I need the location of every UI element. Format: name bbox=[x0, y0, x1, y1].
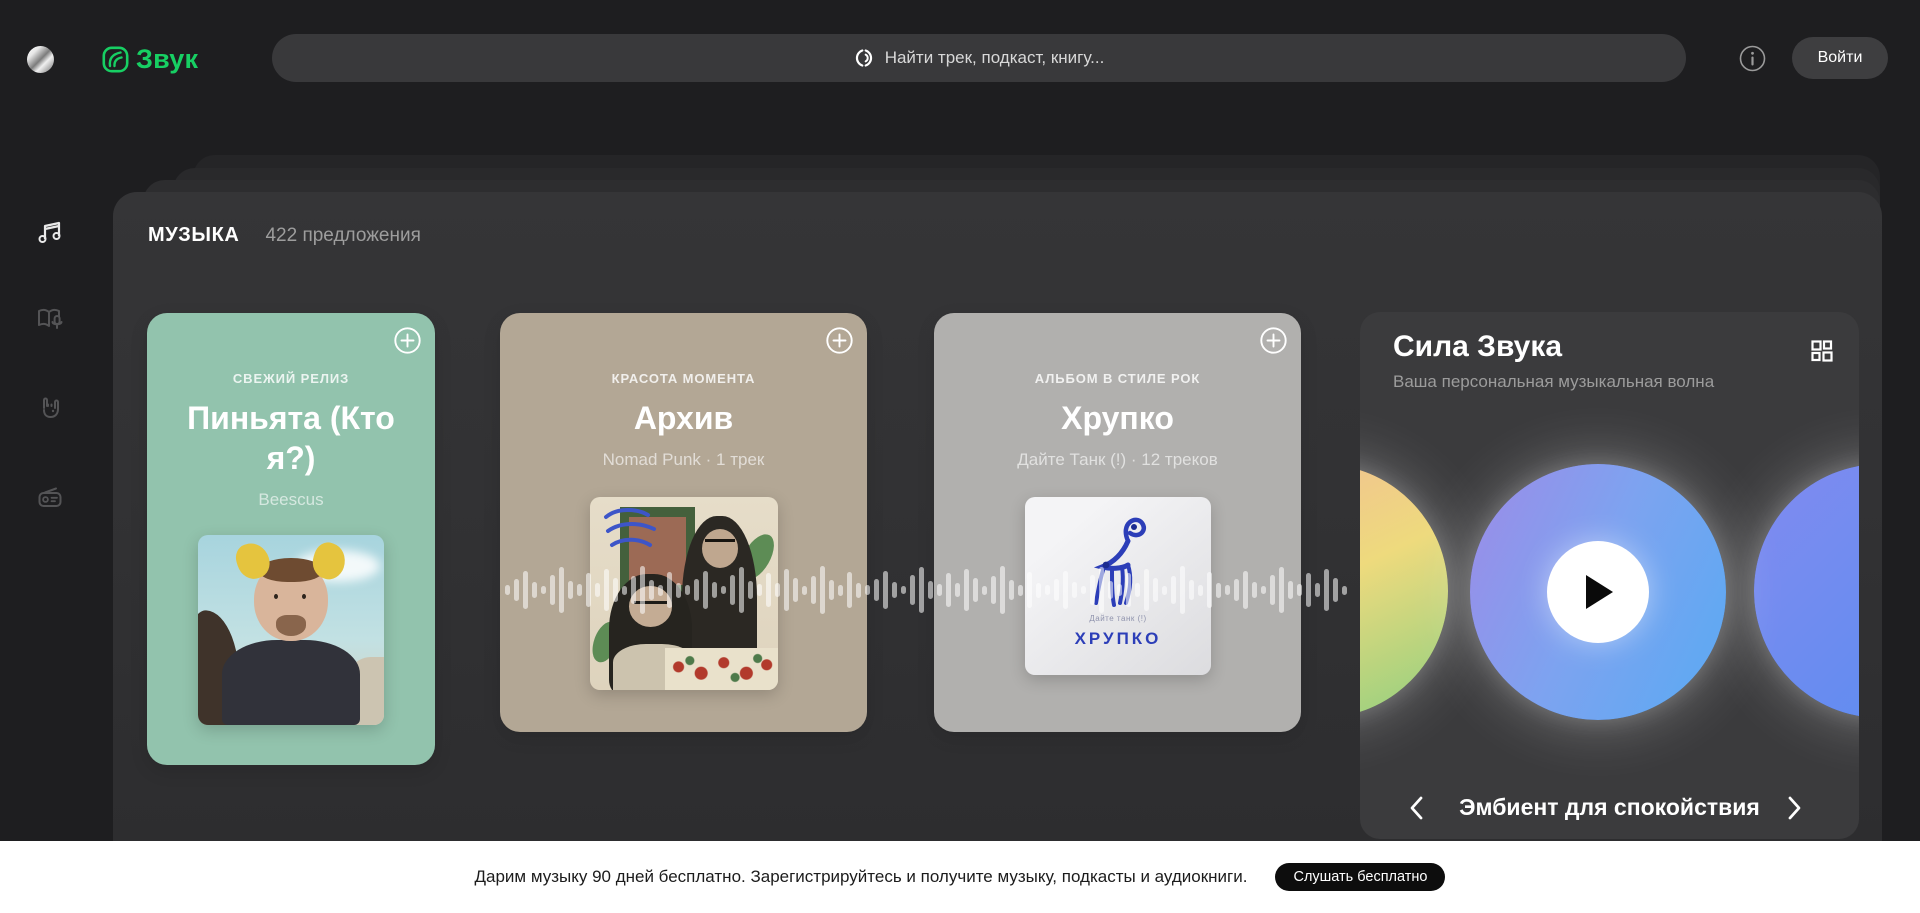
sidebar-item-radio[interactable] bbox=[36, 484, 64, 512]
cover-deer-figurine bbox=[1070, 511, 1166, 615]
card-artist: Дайте Танк (!) · 12 треков bbox=[934, 450, 1301, 470]
station-circle-previous[interactable] bbox=[1360, 464, 1448, 718]
sound-wave-panel[interactable]: Сила Звука Ваша персональная музыкальная… bbox=[1360, 312, 1859, 839]
next-station-button[interactable] bbox=[1781, 793, 1807, 823]
music-showcase-panel: МУЗЫКА 422 предложения СВЕЖИЙ РЕЛИЗ Пинь… bbox=[113, 192, 1882, 913]
cover-title-label: ХРУПКО bbox=[1025, 629, 1211, 649]
cover-scribble bbox=[598, 505, 668, 565]
section-count: 422 предложения bbox=[265, 225, 420, 247]
release-card-arhiv[interactable]: КРАСОТА МОМЕНТА Архив Nomad Punk · 1 тре… bbox=[500, 313, 867, 732]
cover-face bbox=[702, 529, 738, 568]
station-circle-next[interactable] bbox=[1754, 464, 1859, 718]
zvuk-logo-icon bbox=[102, 46, 129, 73]
card-eyebrow: КРАСОТА МОМЕНТА bbox=[500, 371, 867, 386]
album-cover-arhiv bbox=[590, 497, 778, 690]
chevron-right-icon bbox=[1781, 793, 1807, 823]
cover-figure-jacket bbox=[222, 640, 360, 726]
search-icon bbox=[854, 48, 874, 68]
app-menu-sphere-icon[interactable] bbox=[27, 46, 54, 73]
sidebar-item-kids[interactable] bbox=[36, 394, 64, 422]
cover-artist-label: Дайте танк (!) bbox=[1025, 614, 1211, 623]
top-bar: Звук Найти трек, подкаст, книгу... Войти bbox=[0, 0, 1920, 96]
release-card-pinata[interactable]: СВЕЖИЙ РЕЛИЗ Пиньята (Кто я?) Beescus bbox=[147, 313, 435, 765]
music-note-icon bbox=[36, 218, 64, 246]
logo-wordmark: Звук bbox=[136, 44, 198, 75]
audiobook-icon bbox=[36, 304, 64, 332]
search-input[interactable]: Найти трек, подкаст, книгу... bbox=[272, 34, 1686, 82]
add-to-collection-button[interactable] bbox=[1260, 327, 1287, 354]
plus-icon bbox=[394, 327, 421, 354]
card-title: Хрупко bbox=[934, 398, 1301, 438]
cover-beard bbox=[276, 615, 306, 636]
card-artist: Nomad Punk · 1 трек bbox=[500, 450, 867, 470]
listen-free-button[interactable]: Слушать бесплатно bbox=[1275, 863, 1445, 891]
station-switcher: Эмбиент для спокойствия bbox=[1360, 791, 1859, 825]
app-window: Звук Найти трек, подкаст, книгу... Войти bbox=[0, 0, 1920, 913]
cover-glasses bbox=[634, 601, 667, 608]
plus-icon bbox=[1260, 327, 1287, 354]
sidebar-item-music[interactable] bbox=[36, 218, 64, 246]
cover-flower-strip bbox=[665, 648, 778, 690]
promo-banner: Дарим музыку 90 дней бесплатно. Зарегист… bbox=[0, 841, 1920, 913]
info-button[interactable] bbox=[1739, 45, 1766, 72]
card-artist: Beescus bbox=[147, 490, 435, 510]
album-cover-pinata bbox=[198, 535, 384, 725]
card-title: Пиньята (Кто я?) bbox=[147, 398, 435, 478]
card-title: Архив bbox=[500, 398, 867, 438]
zvuk-logo[interactable]: Звук bbox=[102, 44, 198, 75]
login-button[interactable]: Войти bbox=[1792, 37, 1888, 79]
card-eyebrow: АЛЬБОМ В СТИЛЕ РОК bbox=[934, 371, 1301, 386]
wave-panel-subtitle: Ваша персональная музыкальная волна bbox=[1393, 372, 1714, 392]
rock-hand-icon bbox=[36, 394, 64, 422]
grid-icon bbox=[1811, 340, 1833, 362]
play-button[interactable] bbox=[1547, 541, 1649, 643]
listen-free-label: Слушать бесплатно bbox=[1293, 869, 1427, 885]
release-card-hrupko[interactable]: АЛЬБОМ В СТИЛЕ РОК Хрупко Дайте Танк (!)… bbox=[934, 313, 1301, 732]
add-to-collection-button[interactable] bbox=[394, 327, 421, 354]
section-header: МУЗЫКА 422 предложения bbox=[148, 224, 421, 247]
add-to-collection-button[interactable] bbox=[826, 327, 853, 354]
wave-panel-title: Сила Звука bbox=[1393, 330, 1562, 364]
sidebar-item-audiobooks[interactable] bbox=[36, 304, 64, 332]
album-cover-hrupko: Дайте танк (!) ХРУПКО bbox=[1025, 497, 1211, 675]
section-title: МУЗЫКА bbox=[148, 224, 239, 247]
login-label: Войти bbox=[1818, 49, 1863, 67]
promo-text: Дарим музыку 90 дней бесплатно. Зарегист… bbox=[475, 867, 1248, 887]
card-eyebrow: СВЕЖИЙ РЕЛИЗ bbox=[147, 371, 435, 386]
plus-icon bbox=[826, 327, 853, 354]
cover-glasses bbox=[705, 539, 735, 546]
play-icon bbox=[1579, 571, 1617, 613]
stations-grid-button[interactable] bbox=[1811, 340, 1833, 362]
search-placeholder: Найти трек, подкаст, книгу... bbox=[885, 48, 1105, 68]
info-icon bbox=[1739, 45, 1766, 72]
radio-icon bbox=[36, 484, 64, 512]
